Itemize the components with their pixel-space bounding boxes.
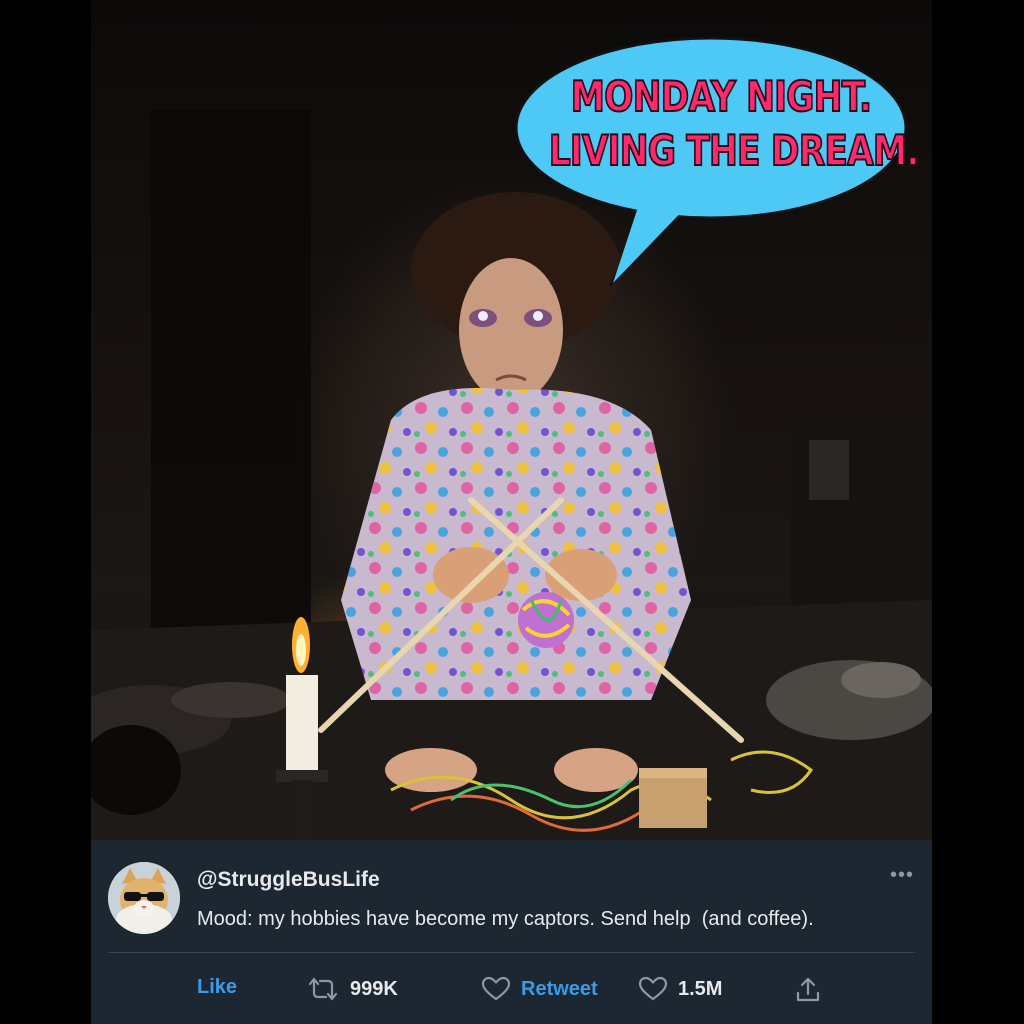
- meme-photo: MONDAY NIGHT. LIVING THE DREAM.: [91, 0, 932, 840]
- share-icon: [794, 976, 822, 1004]
- tweet-actions: Like 999K Retweet 1.5M: [91, 968, 932, 1012]
- divider: [108, 952, 915, 953]
- caption-line-1: MONDAY NIGHT.: [570, 71, 873, 122]
- caption-line-2: LIVING THE DREAM.: [548, 125, 920, 176]
- tweet-text: Mood: my hobbies have become my captors.…: [197, 908, 814, 930]
- like-heart-icon: [638, 976, 668, 1002]
- retweet-icon: [306, 976, 340, 1002]
- like-label: Like: [197, 976, 238, 998]
- retweet-count-button[interactable]: 999K: [306, 976, 398, 1002]
- tweet-handle[interactable]: @StruggleBusLife: [197, 868, 380, 892]
- like-button[interactable]: Like: [197, 976, 237, 999]
- more-dots-icon[interactable]: •••: [890, 864, 914, 887]
- cat-with-sunglasses-avatar-icon: [108, 862, 180, 934]
- retweet-label: Retweet: [521, 977, 598, 1000]
- speech-bubble-caption: MONDAY NIGHT. LIVING THE DREAM.: [548, 70, 920, 178]
- meme-screenshot: MONDAY NIGHT. LIVING THE DREAM. @Struggl…: [0, 0, 1024, 1024]
- retweet-count: 999K: [350, 977, 398, 1000]
- heart-icon: [481, 976, 511, 1002]
- avatar[interactable]: [108, 862, 180, 934]
- tweet-card: @StruggleBusLife ••• Mood: my hobbies ha…: [91, 840, 932, 1024]
- like-count: 1.5M: [678, 977, 723, 1000]
- like-count-button[interactable]: 1.5M: [638, 976, 722, 1002]
- retweet-button[interactable]: Retweet: [481, 976, 598, 1002]
- share-button[interactable]: [794, 976, 822, 1004]
